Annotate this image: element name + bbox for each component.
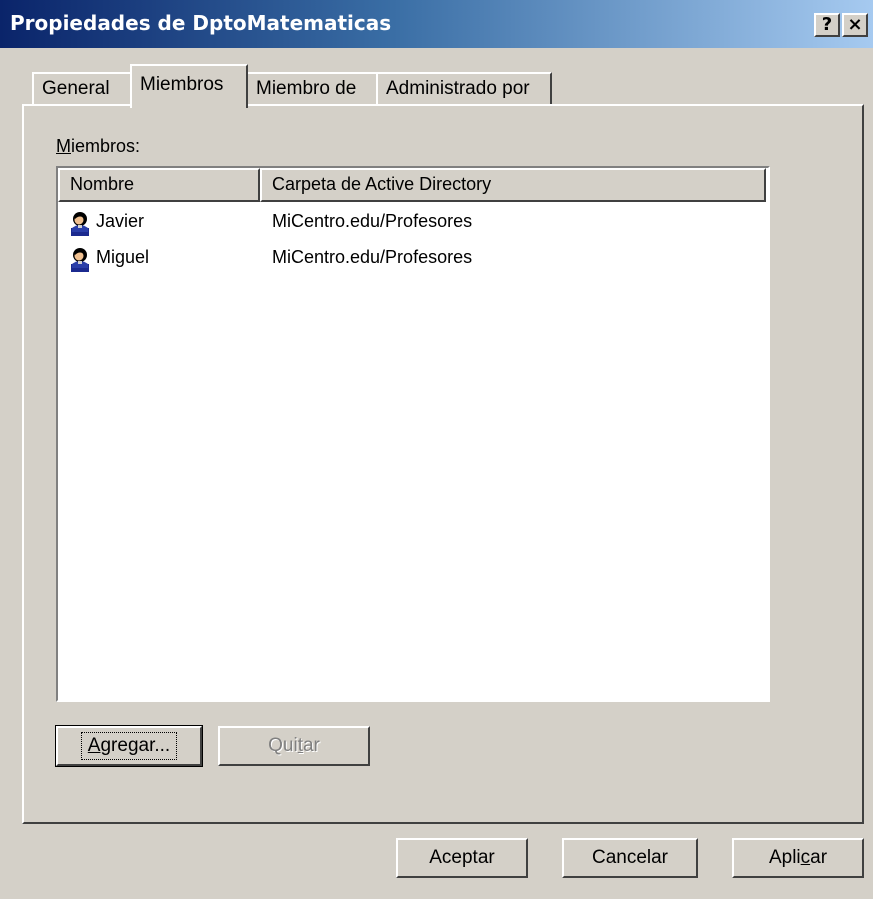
add-label: gregar... [100,735,171,756]
tab-general[interactable]: General [32,72,132,106]
tab-miembros[interactable]: Miembros [130,64,248,108]
remove-label-pre: Qui [268,735,298,756]
apply-label-post: ar [810,847,828,868]
user-icon [71,212,89,236]
member-name: Javier [96,211,145,231]
tab-miembro-de[interactable]: Miembro de [246,72,378,106]
members-list[interactable]: Nombre Carpeta de Active Directory Javie… [56,166,770,702]
list-item[interactable]: Javier MiCentro.edu/Profesores [58,206,766,240]
member-folder: MiCentro.edu/Profesores [272,247,473,267]
help-button[interactable]: ? [814,13,840,37]
title-bar[interactable]: Propiedades de DptoMatematicas ? × [0,0,873,48]
members-label-mnemonic: M [56,136,71,156]
properties-dialog: Propiedades de DptoMatematicas ? × Gener… [0,0,873,899]
tab-administrado-por[interactable]: Administrado por [376,72,552,106]
list-item[interactable]: Miguel MiCentro.edu/Profesores [58,242,766,276]
members-label: Miembros: [56,136,140,157]
focus-rect: Agregar... [80,732,178,760]
member-folder: MiCentro.edu/Profesores [272,211,473,231]
close-button[interactable]: × [842,13,868,37]
add-mnemonic: A [87,735,101,756]
apply-label-pre: Apli [768,847,801,868]
list-header: Nombre Carpeta de Active Directory [58,168,766,202]
window-title: Propiedades de DptoMatematicas [10,11,392,35]
ok-button[interactable]: Aceptar [396,838,528,878]
column-header-carpeta[interactable]: Carpeta de Active Directory [260,168,766,202]
user-icon [71,248,89,272]
remove-button[interactable]: Quitar [218,726,370,766]
cancel-button[interactable]: Cancelar [562,838,698,878]
add-button[interactable]: Agregar... [55,725,203,767]
remove-label-post: ar [302,735,320,756]
member-name: Miguel [96,247,150,267]
column-header-nombre[interactable]: Nombre [58,168,260,202]
apply-mnemonic: c [800,847,811,868]
members-label-text: iembros: [71,136,141,156]
apply-button[interactable]: Aplicar [732,838,864,878]
